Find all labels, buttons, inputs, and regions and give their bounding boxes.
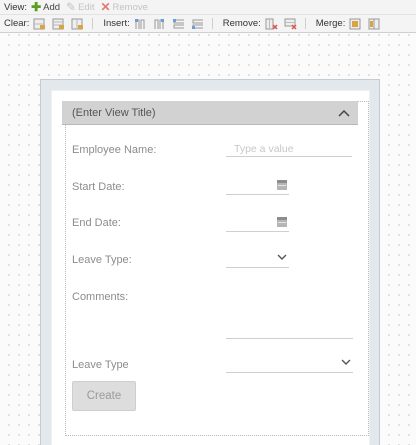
leave-type-label: Leave Type:	[72, 254, 132, 266]
leave-type-2-dropdown[interactable]	[226, 357, 353, 373]
edit-view-label: Edit	[78, 1, 95, 13]
insert-column-right-icon[interactable]	[153, 18, 166, 30]
remove-view-button[interactable]: ✕ Remove	[100, 1, 147, 13]
toolbar-separator	[211, 18, 213, 29]
chevron-down-icon[interactable]	[277, 254, 287, 261]
view-toolbar: View: ✚ Add ✎ Edit ✕ Remove	[0, 0, 416, 15]
split-cells-icon[interactable]	[368, 18, 381, 30]
toolbar-separator	[304, 18, 306, 29]
add-view-button[interactable]: ✚ Add	[31, 1, 60, 13]
toolbar-separator	[92, 18, 94, 29]
merge-label: Merge:	[315, 18, 346, 29]
plus-icon: ✚	[31, 0, 42, 14]
leave-type-2-label: Leave Type	[72, 359, 129, 371]
calendar-icon[interactable]	[277, 217, 287, 227]
end-date-picker[interactable]	[226, 216, 289, 232]
chevron-up-icon[interactable]	[338, 109, 350, 117]
clear-all-icon[interactable]	[71, 18, 84, 30]
insert-row-below-icon[interactable]	[191, 18, 204, 30]
insert-column-left-icon[interactable]	[134, 18, 147, 30]
remove-view-label: Remove	[112, 1, 148, 13]
comments-textarea[interactable]	[226, 293, 353, 339]
employee-name-placeholder: Type a value	[234, 142, 294, 155]
layout-toolbar: Clear: Insert: Remove: Merge:	[0, 15, 416, 33]
edit-view-button[interactable]: ✎ Edit	[66, 1, 94, 13]
employee-name-input[interactable]: Type a value	[226, 141, 352, 157]
comments-label: Comments:	[72, 291, 129, 303]
end-date-label: End Date:	[72, 217, 121, 229]
merge-cells-icon[interactable]	[349, 18, 362, 30]
calendar-icon[interactable]	[277, 180, 287, 190]
clear-cell-icon[interactable]	[33, 18, 46, 30]
chevron-down-icon[interactable]	[341, 359, 351, 366]
remove-row-icon[interactable]	[284, 18, 297, 30]
view-panel: (Enter View Title) Employee Name: Type a…	[51, 90, 370, 445]
clear-row-icon[interactable]	[52, 18, 65, 30]
insert-row-above-icon[interactable]	[172, 18, 185, 30]
delete-x-icon: ✕	[100, 0, 111, 14]
view-header[interactable]: (Enter View Title)	[62, 101, 358, 125]
insert-label: Insert:	[103, 18, 130, 29]
remove-column-icon[interactable]	[265, 18, 278, 30]
view-canvas: (Enter View Title) Employee Name: Type a…	[40, 79, 380, 445]
start-date-label: Start Date:	[72, 181, 125, 193]
add-view-label: Add	[43, 1, 61, 13]
employee-name-label: Employee Name:	[72, 144, 157, 156]
leave-type-dropdown[interactable]	[226, 252, 289, 268]
clear-label: Clear:	[4, 18, 30, 29]
create-button[interactable]: Create	[72, 381, 136, 411]
pencil-icon: ✎	[66, 0, 77, 14]
start-date-picker[interactable]	[226, 179, 289, 195]
view-title[interactable]: (Enter View Title)	[72, 107, 156, 119]
view-toolbar-label: View:	[4, 1, 28, 13]
remove-label: Remove:	[222, 18, 261, 29]
